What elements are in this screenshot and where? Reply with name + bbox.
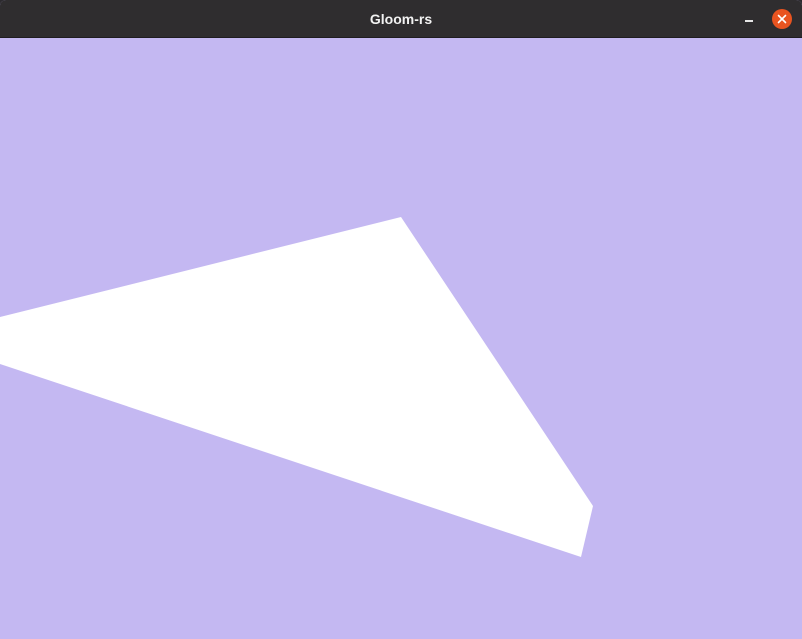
app-window: Gloom-rs [0,0,802,639]
window-title: Gloom-rs [369,11,433,27]
white-quad-shape [0,217,593,557]
minimize-button[interactable] [738,9,760,31]
close-icon [777,14,787,24]
close-button[interactable] [772,9,792,29]
minimize-icon [745,20,753,22]
scene-svg [0,217,593,557]
render-canvas[interactable] [0,38,802,639]
title-bar[interactable]: Gloom-rs [0,0,802,38]
